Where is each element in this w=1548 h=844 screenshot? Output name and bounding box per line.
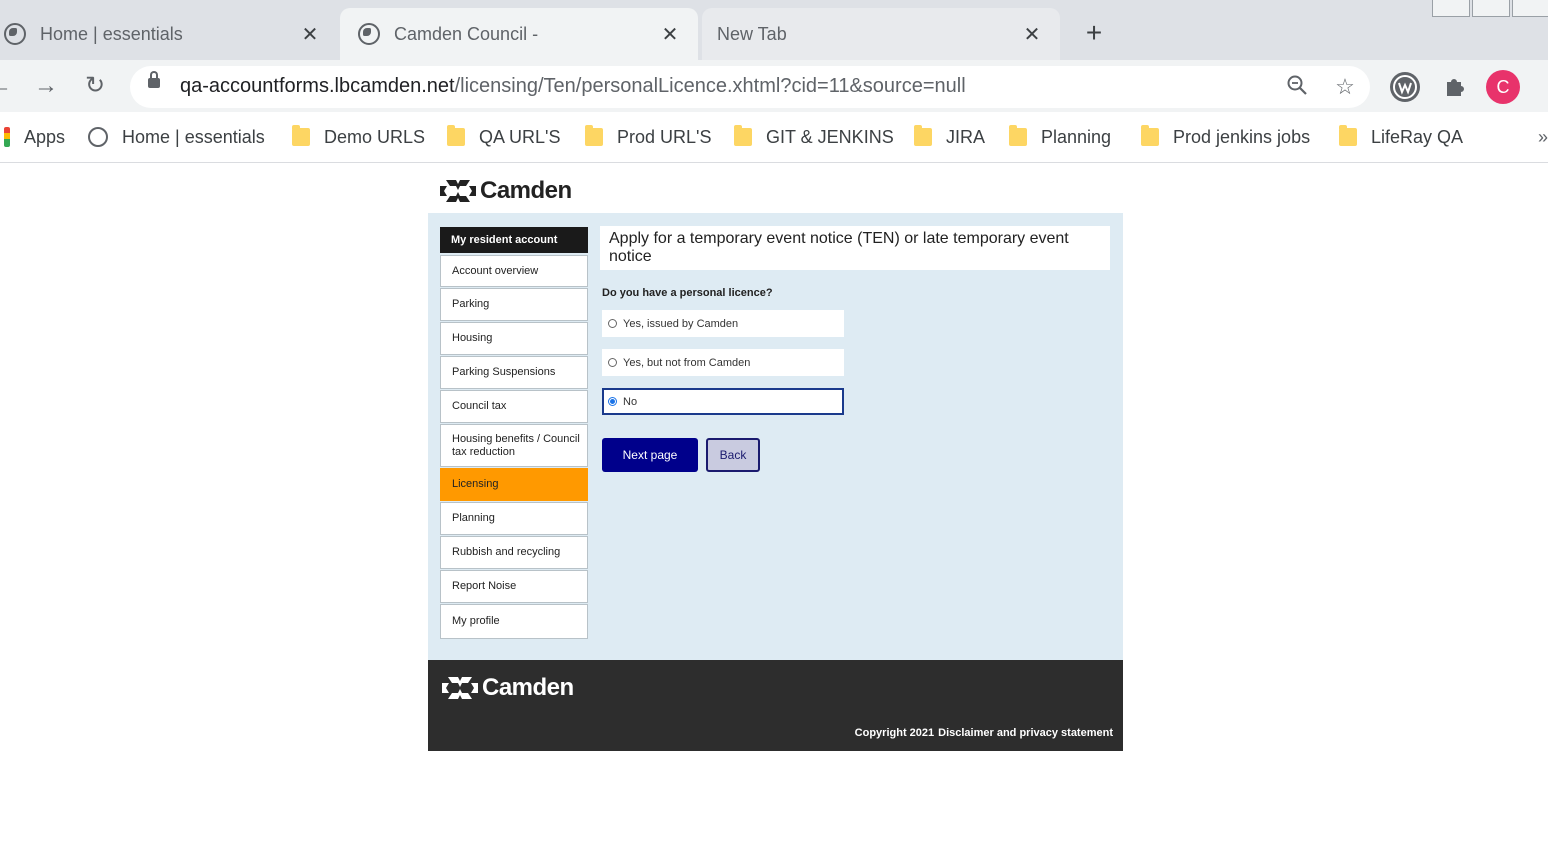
radio-option-yes-camden[interactable]: Yes, issued by Camden bbox=[602, 310, 844, 337]
sidebar-item-licensing[interactable]: Licensing bbox=[440, 468, 588, 501]
back-button[interactable]: Back bbox=[706, 438, 760, 472]
globe-icon bbox=[88, 127, 108, 147]
address-bar[interactable]: qa-accountforms.lbcamden.net/licensing/T… bbox=[130, 66, 1370, 108]
disclaimer-link[interactable]: Disclaimer and privacy statement bbox=[938, 727, 1113, 739]
radio-option-no[interactable]: No bbox=[602, 388, 844, 415]
bookmarks-bar: Apps Home | essentials Demo URLS QA URL'… bbox=[0, 112, 1548, 163]
sidebar-item-planning[interactable]: Planning bbox=[440, 502, 588, 535]
bookmark-qa-urls[interactable]: QA URL'S bbox=[447, 124, 560, 150]
folder-icon bbox=[914, 125, 932, 146]
sidebar-header[interactable]: My resident account bbox=[440, 227, 588, 253]
radio-label: Yes, but not from Camden bbox=[623, 356, 751, 369]
url-text[interactable]: qa-accountforms.lbcamden.net/licensing/T… bbox=[180, 75, 966, 98]
bookmark-git-jenkins[interactable]: GIT & JENKINS bbox=[734, 124, 894, 150]
radio-option-yes-not-camden[interactable]: Yes, but not from Camden bbox=[602, 349, 844, 376]
bookmark-prod-urls[interactable]: Prod URL'S bbox=[585, 124, 711, 150]
apps-grid-icon bbox=[4, 127, 10, 147]
bookmark-apps[interactable]: Apps bbox=[4, 124, 65, 150]
browser-toolbar: ← → ↻ qa-accountforms.lbcamden.net/licen… bbox=[0, 60, 1548, 112]
wordpress-extension-icon[interactable] bbox=[1390, 72, 1420, 102]
camden-logo[interactable]: Camden bbox=[440, 177, 572, 205]
tab-new-tab[interactable]: New Tab ✕ bbox=[702, 8, 1060, 60]
close-icon[interactable]: ✕ bbox=[296, 22, 324, 47]
radio-button[interactable] bbox=[608, 358, 617, 367]
tab-home-essentials[interactable]: Home | essentials ✕ bbox=[0, 8, 338, 60]
logo-text: Camden bbox=[482, 674, 574, 701]
globe-icon bbox=[4, 23, 26, 45]
footer-camden-logo[interactable]: Camden bbox=[442, 674, 574, 702]
folder-icon bbox=[585, 125, 603, 146]
browser-tab-strip: Home | essentials ✕ Camden Council - ✕ N… bbox=[0, 0, 1548, 62]
tab-title: New Tab bbox=[717, 23, 787, 44]
radio-button[interactable] bbox=[608, 319, 617, 328]
sidebar-item-my-profile[interactable]: My profile bbox=[440, 604, 588, 639]
bookmark-liferay-qa[interactable]: LifeRay QA bbox=[1339, 124, 1463, 150]
close-icon[interactable]: ✕ bbox=[656, 22, 684, 47]
folder-icon bbox=[1009, 125, 1027, 146]
bookmark-overflow-chevron-icon[interactable]: » bbox=[1538, 124, 1548, 150]
main-panel: My resident account Account overview Par… bbox=[428, 213, 1123, 660]
minimize-button[interactable] bbox=[1432, 0, 1470, 17]
logo-text: Camden bbox=[480, 177, 572, 204]
bookmark-planning[interactable]: Planning bbox=[1009, 124, 1111, 150]
question-label: Do you have a personal licence? bbox=[602, 287, 773, 299]
new-tab-button[interactable]: + bbox=[1077, 17, 1111, 51]
tab-camden-council[interactable]: Camden Council - ✕ bbox=[340, 8, 698, 60]
lock-icon bbox=[148, 71, 160, 88]
star-icon[interactable]: ☆ bbox=[1332, 74, 1358, 100]
camden-logo-icon bbox=[442, 677, 478, 699]
bookmark-demo-urls[interactable]: Demo URLS bbox=[292, 124, 425, 150]
radio-label: No bbox=[623, 395, 638, 408]
folder-icon bbox=[447, 125, 465, 146]
page-title: Apply for a temporary event notice (TEN)… bbox=[600, 226, 1110, 270]
sidebar-item-housing-benefits[interactable]: Housing benefits / Council tax reduction bbox=[440, 424, 588, 467]
reload-icon[interactable]: ↻ bbox=[81, 72, 109, 100]
zoom-icon[interactable] bbox=[1284, 74, 1310, 100]
back-arrow-icon[interactable]: ← bbox=[0, 72, 14, 100]
tab-title: Home | essentials bbox=[40, 23, 183, 44]
radio-label: Yes, issued by Camden bbox=[623, 317, 739, 330]
site-footer: Camden Copyright 2021 Disclaimer and priv… bbox=[428, 660, 1123, 751]
copyright-text: Copyright 2021 bbox=[854, 727, 935, 739]
sidebar-item-rubbish-recycling[interactable]: Rubbish and recycling bbox=[440, 536, 588, 569]
forward-arrow-icon[interactable]: → bbox=[32, 72, 60, 100]
sidebar-item-report-noise[interactable]: Report Noise bbox=[440, 570, 588, 603]
profile-avatar[interactable]: C bbox=[1486, 70, 1520, 104]
bookmark-prod-jenkins-jobs[interactable]: Prod jenkins jobs bbox=[1141, 124, 1310, 150]
folder-icon bbox=[1141, 125, 1159, 146]
bookmark-jira[interactable]: JIRA bbox=[914, 124, 985, 150]
sidebar-item-parking-suspensions[interactable]: Parking Suspensions bbox=[440, 356, 588, 389]
folder-icon bbox=[734, 125, 752, 146]
close-window-button[interactable] bbox=[1512, 0, 1548, 17]
close-icon[interactable]: ✕ bbox=[1018, 22, 1046, 47]
next-page-button[interactable]: Next page bbox=[602, 438, 698, 472]
bookmark-home-essentials[interactable]: Home | essentials bbox=[88, 124, 265, 150]
folder-icon bbox=[1339, 125, 1357, 146]
puzzle-extension-icon[interactable] bbox=[1439, 72, 1469, 102]
radio-button-selected[interactable] bbox=[608, 397, 617, 406]
folder-icon bbox=[292, 125, 310, 146]
sidebar-item-council-tax[interactable]: Council tax bbox=[440, 390, 588, 423]
sidebar-item-account-overview[interactable]: Account overview bbox=[440, 255, 588, 287]
camden-logo-icon bbox=[440, 180, 476, 202]
footer-copyright-line: Copyright 2021 Disclaimer and privacy sta… bbox=[851, 727, 1113, 739]
sidebar-nav: My resident account Account overview Par… bbox=[440, 227, 588, 640]
page-content: Camden My resident account Account overv… bbox=[0, 163, 1548, 844]
globe-icon bbox=[358, 23, 380, 45]
sidebar-item-housing[interactable]: Housing bbox=[440, 322, 588, 355]
sidebar-item-parking[interactable]: Parking bbox=[440, 288, 588, 321]
tab-title: Camden Council - bbox=[394, 23, 539, 44]
maximize-button[interactable] bbox=[1472, 0, 1510, 17]
